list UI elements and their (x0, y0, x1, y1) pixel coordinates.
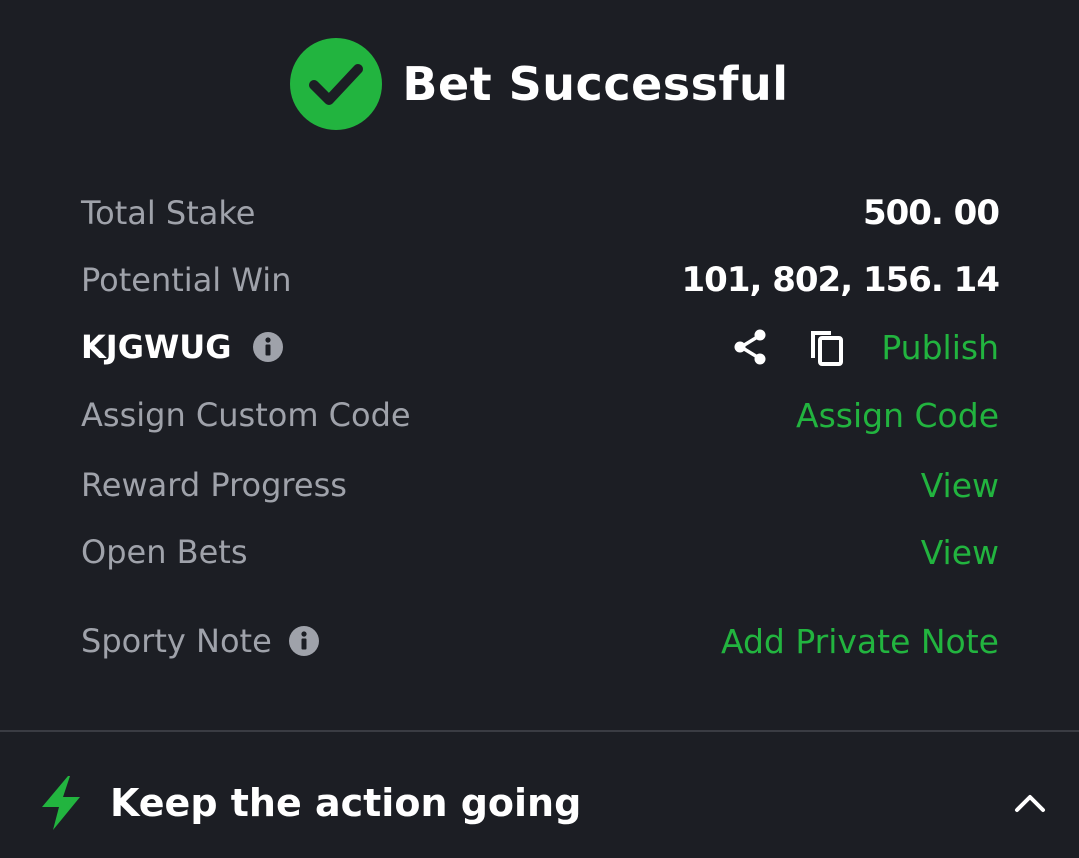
total-stake-label: Total Stake (81, 194, 256, 232)
page-title: Bet Successful (402, 57, 789, 111)
sporty-note-group: Sporty Note (81, 622, 320, 660)
share-icon[interactable] (729, 326, 771, 368)
add-private-note-button[interactable]: Add Private Note (721, 622, 999, 661)
info-icon[interactable] (288, 625, 320, 657)
footer-title: Keep the action going (110, 781, 582, 825)
total-stake-row: Total Stake 500. 00 (81, 188, 1000, 238)
booking-code-group: KJGWUG (81, 328, 284, 366)
reward-progress-row: Reward Progress View (81, 460, 999, 510)
reward-progress-label: Reward Progress (81, 466, 347, 504)
booking-code-row: KJGWUG Publish (81, 322, 999, 372)
lightning-icon (42, 776, 80, 830)
publish-button[interactable]: Publish (881, 328, 999, 367)
open-bets-view-link[interactable]: View (921, 533, 999, 572)
divider (0, 730, 1079, 732)
reward-progress-view-link[interactable]: View (921, 466, 999, 505)
info-icon[interactable] (252, 331, 284, 363)
keep-action-going-toggle[interactable]: Keep the action going (38, 770, 1048, 836)
chevron-up-icon[interactable] (1012, 791, 1048, 815)
check-circle-icon (290, 38, 383, 130)
open-bets-label: Open Bets (81, 533, 248, 571)
bet-success-header: Bet Successful (0, 38, 1079, 130)
booking-code: KJGWUG (81, 328, 232, 366)
footer-left: Keep the action going (38, 776, 581, 830)
booking-code-actions: Publish (729, 326, 999, 368)
copy-icon[interactable] (805, 326, 847, 368)
custom-code-row: Assign Custom Code Assign Code (81, 390, 999, 440)
sporty-note-label: Sporty Note (81, 622, 272, 660)
assign-code-button[interactable]: Assign Code (796, 396, 999, 435)
sporty-note-row: Sporty Note Add Private Note (81, 616, 999, 666)
potential-win-value: 101, 802, 156. 14 (681, 260, 1000, 300)
total-stake-value: 500. 00 (862, 193, 1000, 233)
open-bets-row: Open Bets View (81, 527, 999, 577)
potential-win-row: Potential Win 101, 802, 156. 14 (81, 255, 1000, 305)
potential-win-label: Potential Win (81, 261, 292, 299)
custom-code-label: Assign Custom Code (81, 396, 411, 434)
